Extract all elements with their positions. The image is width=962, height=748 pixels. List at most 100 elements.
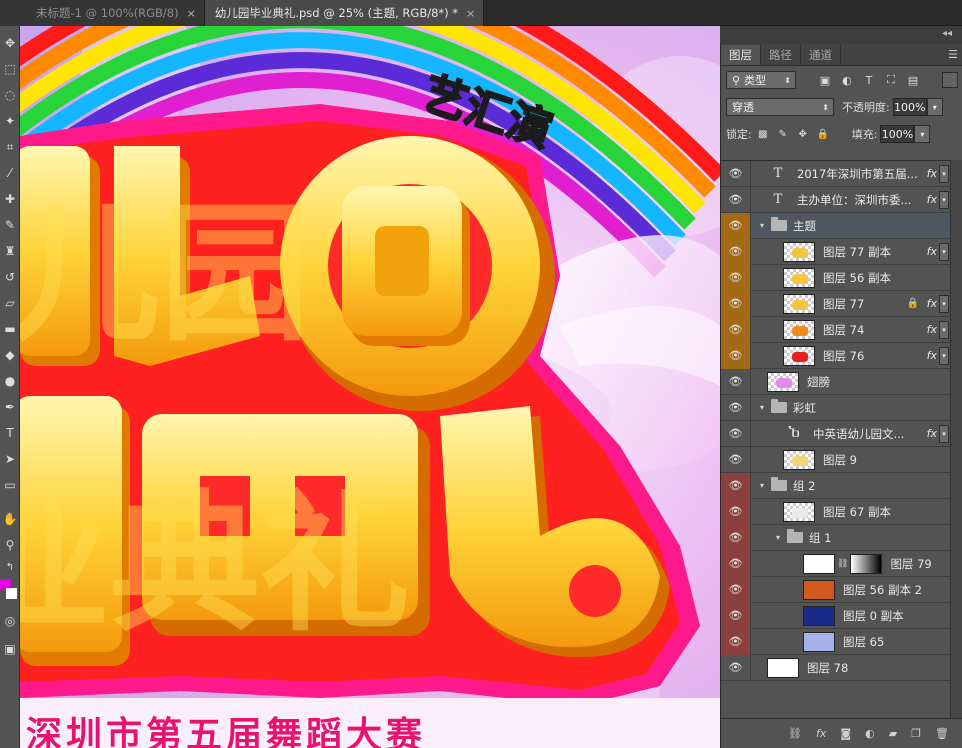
tab-layers[interactable]: 图层 — [721, 45, 761, 65]
smartobject-filter-icon[interactable]: ▤ — [906, 73, 920, 87]
visibility-eye-icon[interactable]: 👁 — [721, 576, 751, 603]
layer-row[interactable]: 👁 Ⴆ 中英语幼儿园文... fx ▾ — [721, 420, 951, 447]
new-layer-icon[interactable]: ❐ — [911, 727, 921, 740]
expand-effects-icon[interactable]: ▾ — [939, 321, 949, 339]
blend-mode-dropdown[interactable]: 穿透 ⬍ — [726, 98, 834, 116]
type-filter-icon[interactable]: T — [862, 73, 876, 87]
lasso-tool-icon[interactable]: ◌ — [0, 84, 20, 106]
type-tool-icon[interactable]: T — [0, 422, 20, 444]
close-icon[interactable]: × — [187, 7, 196, 20]
layer-row[interactable]: 👁 图层 65 — [721, 628, 951, 655]
layer-row[interactable]: 👁 翅膀 — [721, 368, 951, 395]
layer-row[interactable]: 👁 ▾ 组 2 — [721, 472, 951, 499]
path-selection-tool-icon[interactable]: ➤ — [0, 448, 20, 470]
blur-tool-icon[interactable]: ◆ — [0, 344, 20, 366]
expand-group-icon[interactable]: ▾ — [757, 221, 767, 230]
eyedropper-tool-icon[interactable]: ⁄ — [0, 162, 20, 184]
visibility-eye-icon[interactable]: 👁 — [721, 420, 751, 447]
layer-row[interactable]: 👁 T 主办单位：深圳市委... fx ▾ — [721, 186, 951, 213]
lock-pixels-icon[interactable]: ✎ — [776, 127, 790, 141]
visibility-eye-icon[interactable]: 👁 — [721, 654, 751, 681]
opacity-input[interactable]: 100% — [892, 98, 927, 116]
visibility-eye-icon[interactable]: 👁 — [721, 550, 751, 577]
visibility-eye-icon[interactable]: 👁 — [721, 524, 751, 551]
visibility-eye-icon[interactable]: 👁 — [721, 446, 751, 473]
pen-tool-icon[interactable]: ✒ — [0, 396, 20, 418]
expand-group-icon[interactable]: ▾ — [757, 403, 767, 412]
layer-row[interactable]: 👁 图层 67 副本 — [721, 498, 951, 525]
layer-list-scrollbar[interactable] — [950, 160, 962, 718]
shape-filter-icon[interactable]: ⛶ — [884, 73, 898, 87]
layer-row[interactable]: 👁 图层 77 副本 fx ▾ — [721, 238, 951, 265]
group-icon[interactable]: ▰ — [889, 727, 897, 740]
visibility-eye-icon[interactable]: 👁 — [721, 238, 751, 265]
expand-effects-icon[interactable]: ▾ — [939, 165, 949, 183]
layer-row[interactable]: 👁 图层 9 — [721, 446, 951, 473]
visibility-eye-icon[interactable]: 👁 — [721, 264, 751, 291]
expand-group-icon[interactable]: ▾ — [757, 481, 767, 490]
visibility-eye-icon[interactable]: 👁 — [721, 368, 751, 395]
lock-all-icon[interactable]: 🔒 — [816, 127, 830, 141]
marquee-tool-icon[interactable]: ⬚ — [0, 58, 20, 80]
lock-transparent-icon[interactable]: ▩ — [756, 127, 770, 141]
expand-effects-icon[interactable]: ▾ — [939, 347, 949, 365]
visibility-eye-icon[interactable]: 👁 — [721, 498, 751, 525]
dodge-tool-icon[interactable]: ● — [0, 370, 20, 392]
layer-effects-icon[interactable]: fx — [927, 245, 937, 258]
visibility-eye-icon[interactable]: 👁 — [721, 160, 751, 187]
healing-brush-tool-icon[interactable]: ✚ — [0, 188, 20, 210]
mask-link-icon[interactable]: ⛓ — [837, 559, 848, 569]
tab-channels[interactable]: 通道 — [801, 45, 841, 65]
filter-kind-dropdown[interactable]: ⚲ 类型 ⬍ — [726, 71, 796, 89]
layer-row[interactable]: 👁 图层 0 副本 — [721, 602, 951, 629]
adjustment-filter-icon[interactable]: ◐ — [840, 73, 854, 87]
layer-row[interactable]: 👁 图层 77 🔒 fx ▾ — [721, 290, 951, 317]
mask-icon[interactable]: ◙ — [840, 727, 851, 740]
layer-effects-icon[interactable]: fx — [927, 323, 937, 336]
visibility-eye-icon[interactable]: 👁 — [721, 290, 751, 317]
magic-wand-tool-icon[interactable]: ✦ — [0, 110, 20, 132]
opacity-slider-button[interactable]: ▾ — [926, 98, 943, 116]
link-icon[interactable]: ⛓ — [788, 727, 802, 740]
expand-effects-icon[interactable]: ▾ — [939, 295, 949, 313]
trash-icon[interactable]: 🗑 — [935, 727, 949, 740]
visibility-eye-icon[interactable]: 👁 — [721, 602, 751, 629]
document-canvas[interactable]: 艺汇演 儿园 业典礼 深圳市第五届舞蹈大赛 — [20, 26, 720, 748]
visibility-eye-icon[interactable]: 👁 — [721, 628, 751, 655]
expand-effects-icon[interactable]: ▾ — [939, 191, 949, 209]
tab-graduation-psd[interactable]: 幼儿园毕业典礼.psd @ 25% (主题, RGB/8*) * × — [204, 0, 485, 26]
fx-icon[interactable]: fx — [816, 727, 826, 740]
gradient-tool-icon[interactable]: ▬ — [0, 318, 20, 340]
zoom-tool-icon[interactable]: ⚲ — [0, 534, 20, 556]
hand-tool-icon[interactable]: ✋ — [0, 508, 20, 530]
move-tool-icon[interactable]: ✥ — [0, 32, 20, 54]
layer-row[interactable]: 👁 ▾ 组 1 — [721, 524, 951, 551]
visibility-eye-icon[interactable]: 👁 — [721, 212, 751, 239]
layer-row[interactable]: 👁 图层 78 — [721, 654, 951, 681]
layer-row[interactable]: 👁 ▾ 彩虹 — [721, 394, 951, 421]
layer-effects-icon[interactable]: fx — [927, 297, 937, 310]
adjustment-icon[interactable]: ◐ — [865, 727, 875, 740]
layer-effects-icon[interactable]: fx — [927, 167, 937, 180]
swap-colors-icon[interactable]: ↰ — [0, 556, 20, 578]
visibility-eye-icon[interactable]: 👁 — [721, 472, 751, 499]
clone-stamp-tool-icon[interactable]: ♜ — [0, 240, 20, 262]
layer-row[interactable]: 👁 图层 74 fx ▾ — [721, 316, 951, 343]
expand-group-icon[interactable]: ▾ — [773, 533, 783, 542]
quick-mask-icon[interactable]: ◎ — [0, 610, 20, 632]
layer-row[interactable]: 👁 T 2017年深圳市第五届... fx ▾ — [721, 160, 951, 187]
filter-toggle-button[interactable] — [942, 72, 958, 88]
layer-effects-icon[interactable]: fx — [927, 349, 937, 362]
visibility-eye-icon[interactable]: 👁 — [721, 342, 751, 369]
layer-row[interactable]: 👁 ⛓ 图层 79 — [721, 550, 951, 577]
visibility-eye-icon[interactable]: 👁 — [721, 316, 751, 343]
crop-tool-icon[interactable]: ⌗ — [0, 136, 20, 158]
layer-effects-icon[interactable]: fx — [927, 427, 937, 440]
expand-effects-icon[interactable]: ▾ — [939, 243, 949, 261]
history-brush-tool-icon[interactable]: ↺ — [0, 266, 20, 288]
collapse-panel-icon[interactable]: ◂◂ — [942, 28, 952, 39]
fill-input[interactable]: 100% — [880, 125, 915, 143]
brush-tool-icon[interactable]: ✎ — [0, 214, 20, 236]
tab-paths[interactable]: 路径 — [761, 45, 801, 65]
panel-menu-icon[interactable]: ☰ — [948, 48, 958, 61]
